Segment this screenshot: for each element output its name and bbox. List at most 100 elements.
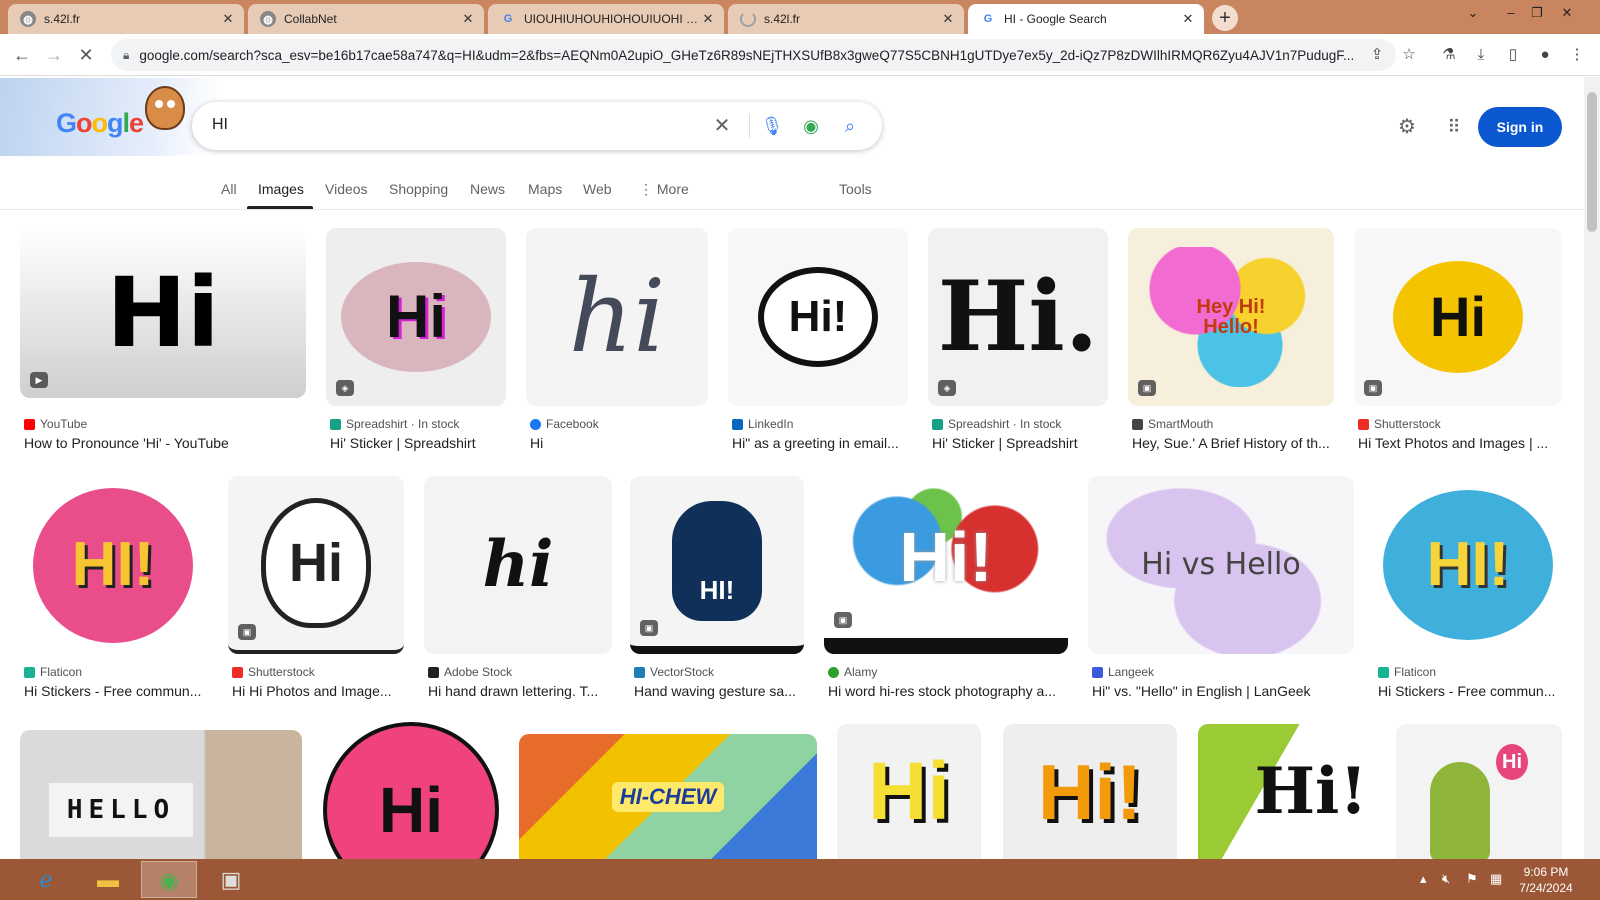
chrome-icon[interactable]: ◉ — [141, 861, 197, 898]
result-title[interactable]: Hi hand drawn lettering. T... — [428, 683, 612, 699]
result-source[interactable]: Spreadshirt · In stock — [932, 417, 1061, 431]
tab-search-icon[interactable]: ⌄ — [1458, 2, 1488, 24]
filter-tab-maps[interactable]: Maps — [528, 181, 562, 197]
image-thumbnail[interactable]: hi — [424, 476, 612, 654]
browser-tab-active[interactable]: G HI - Google Search ✕ — [968, 4, 1204, 34]
file-explorer-icon[interactable]: ▬ — [80, 861, 136, 898]
image-thumbnail[interactable]: hi — [526, 228, 708, 406]
result-title[interactable]: Hi" vs. "Hello" in English | LanGeek — [1092, 683, 1354, 699]
image-thumbnail[interactable]: Hi! — [1003, 724, 1177, 859]
more-filters-menu[interactable]: ⋮ More — [639, 181, 689, 198]
filter-tab-images[interactable]: Images — [258, 181, 304, 197]
bookmark-star-icon[interactable]: ☆ — [1396, 42, 1422, 68]
browser-tab[interactable]: G UIOUHIUHOUHIOHOUIUOHI - G ✕ — [488, 4, 724, 34]
google-doodle-logo[interactable]: Google — [56, 108, 144, 139]
action-center-flag-icon[interactable]: ⚑ — [1466, 871, 1478, 887]
menu-kebab-icon[interactable]: ⋮ — [1564, 42, 1590, 68]
result-source[interactable]: Shutterstock — [232, 665, 315, 679]
network-icon[interactable]: ▦ — [1490, 871, 1502, 887]
result-source[interactable]: SmartMouth — [1132, 417, 1213, 431]
close-icon[interactable]: ✕ — [220, 11, 236, 27]
search-input[interactable]: HI — [212, 116, 228, 134]
result-source[interactable]: LinkedIn — [732, 417, 793, 431]
restore-button[interactable]: ❐ — [1522, 2, 1552, 24]
close-icon[interactable]: ✕ — [700, 11, 716, 27]
filter-tab-shopping[interactable]: Shopping — [389, 181, 448, 197]
result-source[interactable]: YouTube — [24, 417, 87, 431]
image-thumbnail[interactable]: Hi! — [1198, 724, 1374, 859]
side-panel-icon[interactable]: ▯ — [1500, 42, 1526, 68]
close-icon[interactable]: ✕ — [460, 11, 476, 27]
address-bar[interactable]: 🔒︎ google.com/search?sca_esv=be16b17cae5… — [111, 39, 1396, 71]
close-icon[interactable]: ✕ — [1180, 11, 1196, 27]
tools-button[interactable]: Tools — [839, 181, 872, 197]
result-title[interactable]: Hi Text Photos and Images | ... — [1358, 435, 1562, 451]
back-button[interactable]: ← — [9, 42, 35, 68]
result-title[interactable]: Hi' Sticker | Spreadshirt — [330, 435, 510, 451]
result-title[interactable]: How to Pronounce 'Hi' - YouTube — [24, 435, 304, 451]
clear-icon[interactable]: ✕ — [710, 114, 734, 138]
result-title[interactable]: Hi word hi-res stock photography a... — [828, 683, 1068, 699]
filter-tab-all[interactable]: All — [221, 181, 237, 197]
result-title[interactable]: Hi" as a greeting in email... — [732, 435, 908, 451]
image-thumbnail[interactable]: Hi. ◈ — [928, 228, 1108, 406]
search-icon[interactable]: ⌕ — [838, 114, 862, 138]
stop-loading-button[interactable]: ✕ — [73, 42, 99, 68]
profile-icon[interactable]: ● — [1532, 42, 1558, 68]
result-title[interactable]: Hi Stickers - Free commun... — [24, 683, 210, 699]
browser-tab[interactable]: ◍ s.42l.fr ✕ — [8, 4, 244, 34]
image-thumbnail[interactable]: HI! ▣ — [630, 476, 804, 654]
result-source[interactable]: Alamy — [828, 665, 877, 679]
image-thumbnail[interactable]: Hi! ▣ — [824, 476, 1068, 654]
doodle-mascot[interactable] — [145, 86, 185, 130]
system-clock[interactable]: 9:06 PM 7/24/2024 — [1506, 864, 1586, 896]
image-thumbnail[interactable]: Hi vs Hello — [1088, 476, 1354, 654]
microphone-icon[interactable]: 🎙︎ — [760, 114, 784, 138]
result-source[interactable]: Langeek — [1092, 665, 1154, 679]
result-source[interactable]: Adobe Stock — [428, 665, 512, 679]
result-source[interactable]: Facebook — [530, 417, 599, 431]
image-thumbnail[interactable]: HELLO — [20, 730, 302, 859]
result-source[interactable]: Flaticon — [1378, 665, 1436, 679]
image-thumbnail[interactable]: Hi! — [728, 228, 908, 406]
show-hidden-icons[interactable]: ▴ — [1420, 871, 1427, 887]
sign-in-button[interactable]: Sign in — [1478, 107, 1562, 147]
url-text[interactable]: google.com/search?sca_esv=be16b17cae58a7… — [139, 48, 1359, 63]
window-close-button[interactable]: ✕ — [1552, 2, 1582, 24]
image-thumbnail[interactable]: Hi ▶ — [20, 228, 306, 398]
scrollbar-thumb[interactable] — [1587, 92, 1597, 232]
result-title[interactable]: Hi Hi Photos and Image... — [232, 683, 408, 699]
browser-tab[interactable]: ◍ CollabNet ✕ — [248, 4, 484, 34]
result-title[interactable]: Hi Stickers - Free commun... — [1378, 683, 1562, 699]
image-thumbnail[interactable]: HI-CHEW — [519, 734, 817, 859]
extensions-icon[interactable]: ⚗ — [1436, 42, 1462, 68]
apps-grid-icon[interactable]: ⠿ — [1439, 113, 1467, 141]
filter-tab-web[interactable]: Web — [583, 181, 612, 197]
image-thumbnail[interactable]: Hi ▣ — [1354, 228, 1562, 406]
result-source[interactable]: VectorStock — [634, 665, 714, 679]
result-title[interactable]: Hey, Sue.' A Brief History of th... — [1132, 435, 1334, 451]
image-thumbnail[interactable]: Hi ▣ — [228, 476, 404, 654]
result-source[interactable]: Flaticon — [24, 665, 82, 679]
close-icon[interactable]: ✕ — [940, 11, 956, 27]
forward-button[interactable]: → — [41, 42, 67, 68]
image-thumbnail[interactable]: Hi ◈ — [326, 228, 506, 406]
image-thumbnail[interactable]: Hi — [320, 722, 502, 859]
result-source[interactable]: Shutterstock — [1358, 417, 1441, 431]
download-icon[interactable]: ⤓ — [1468, 42, 1494, 68]
image-thumbnail[interactable]: Hey Hi! Hello! ▣ — [1128, 228, 1334, 406]
image-thumbnail[interactable]: HI! — [1374, 476, 1562, 654]
search-box[interactable]: HI ✕ 🎙︎ ◉ ⌕ — [192, 102, 882, 150]
image-thumbnail[interactable]: Hi — [1396, 724, 1562, 859]
app-window-icon[interactable]: ▣ — [203, 861, 259, 898]
filter-tab-videos[interactable]: Videos — [325, 181, 368, 197]
settings-gear-icon[interactable]: ⚙ — [1393, 113, 1421, 141]
result-title[interactable]: Hand waving gesture sa... — [634, 683, 808, 699]
new-tab-button[interactable]: + — [1212, 5, 1238, 31]
internet-explorer-icon[interactable]: ℯ — [18, 861, 74, 898]
filter-tab-news[interactable]: News — [470, 181, 505, 197]
result-source[interactable]: Spreadshirt · In stock — [330, 417, 459, 431]
lens-camera-icon[interactable]: ◉ — [799, 114, 823, 138]
volume-muted-icon[interactable]: 🔇︎ — [1442, 871, 1450, 887]
result-title[interactable]: Hi — [530, 435, 710, 451]
